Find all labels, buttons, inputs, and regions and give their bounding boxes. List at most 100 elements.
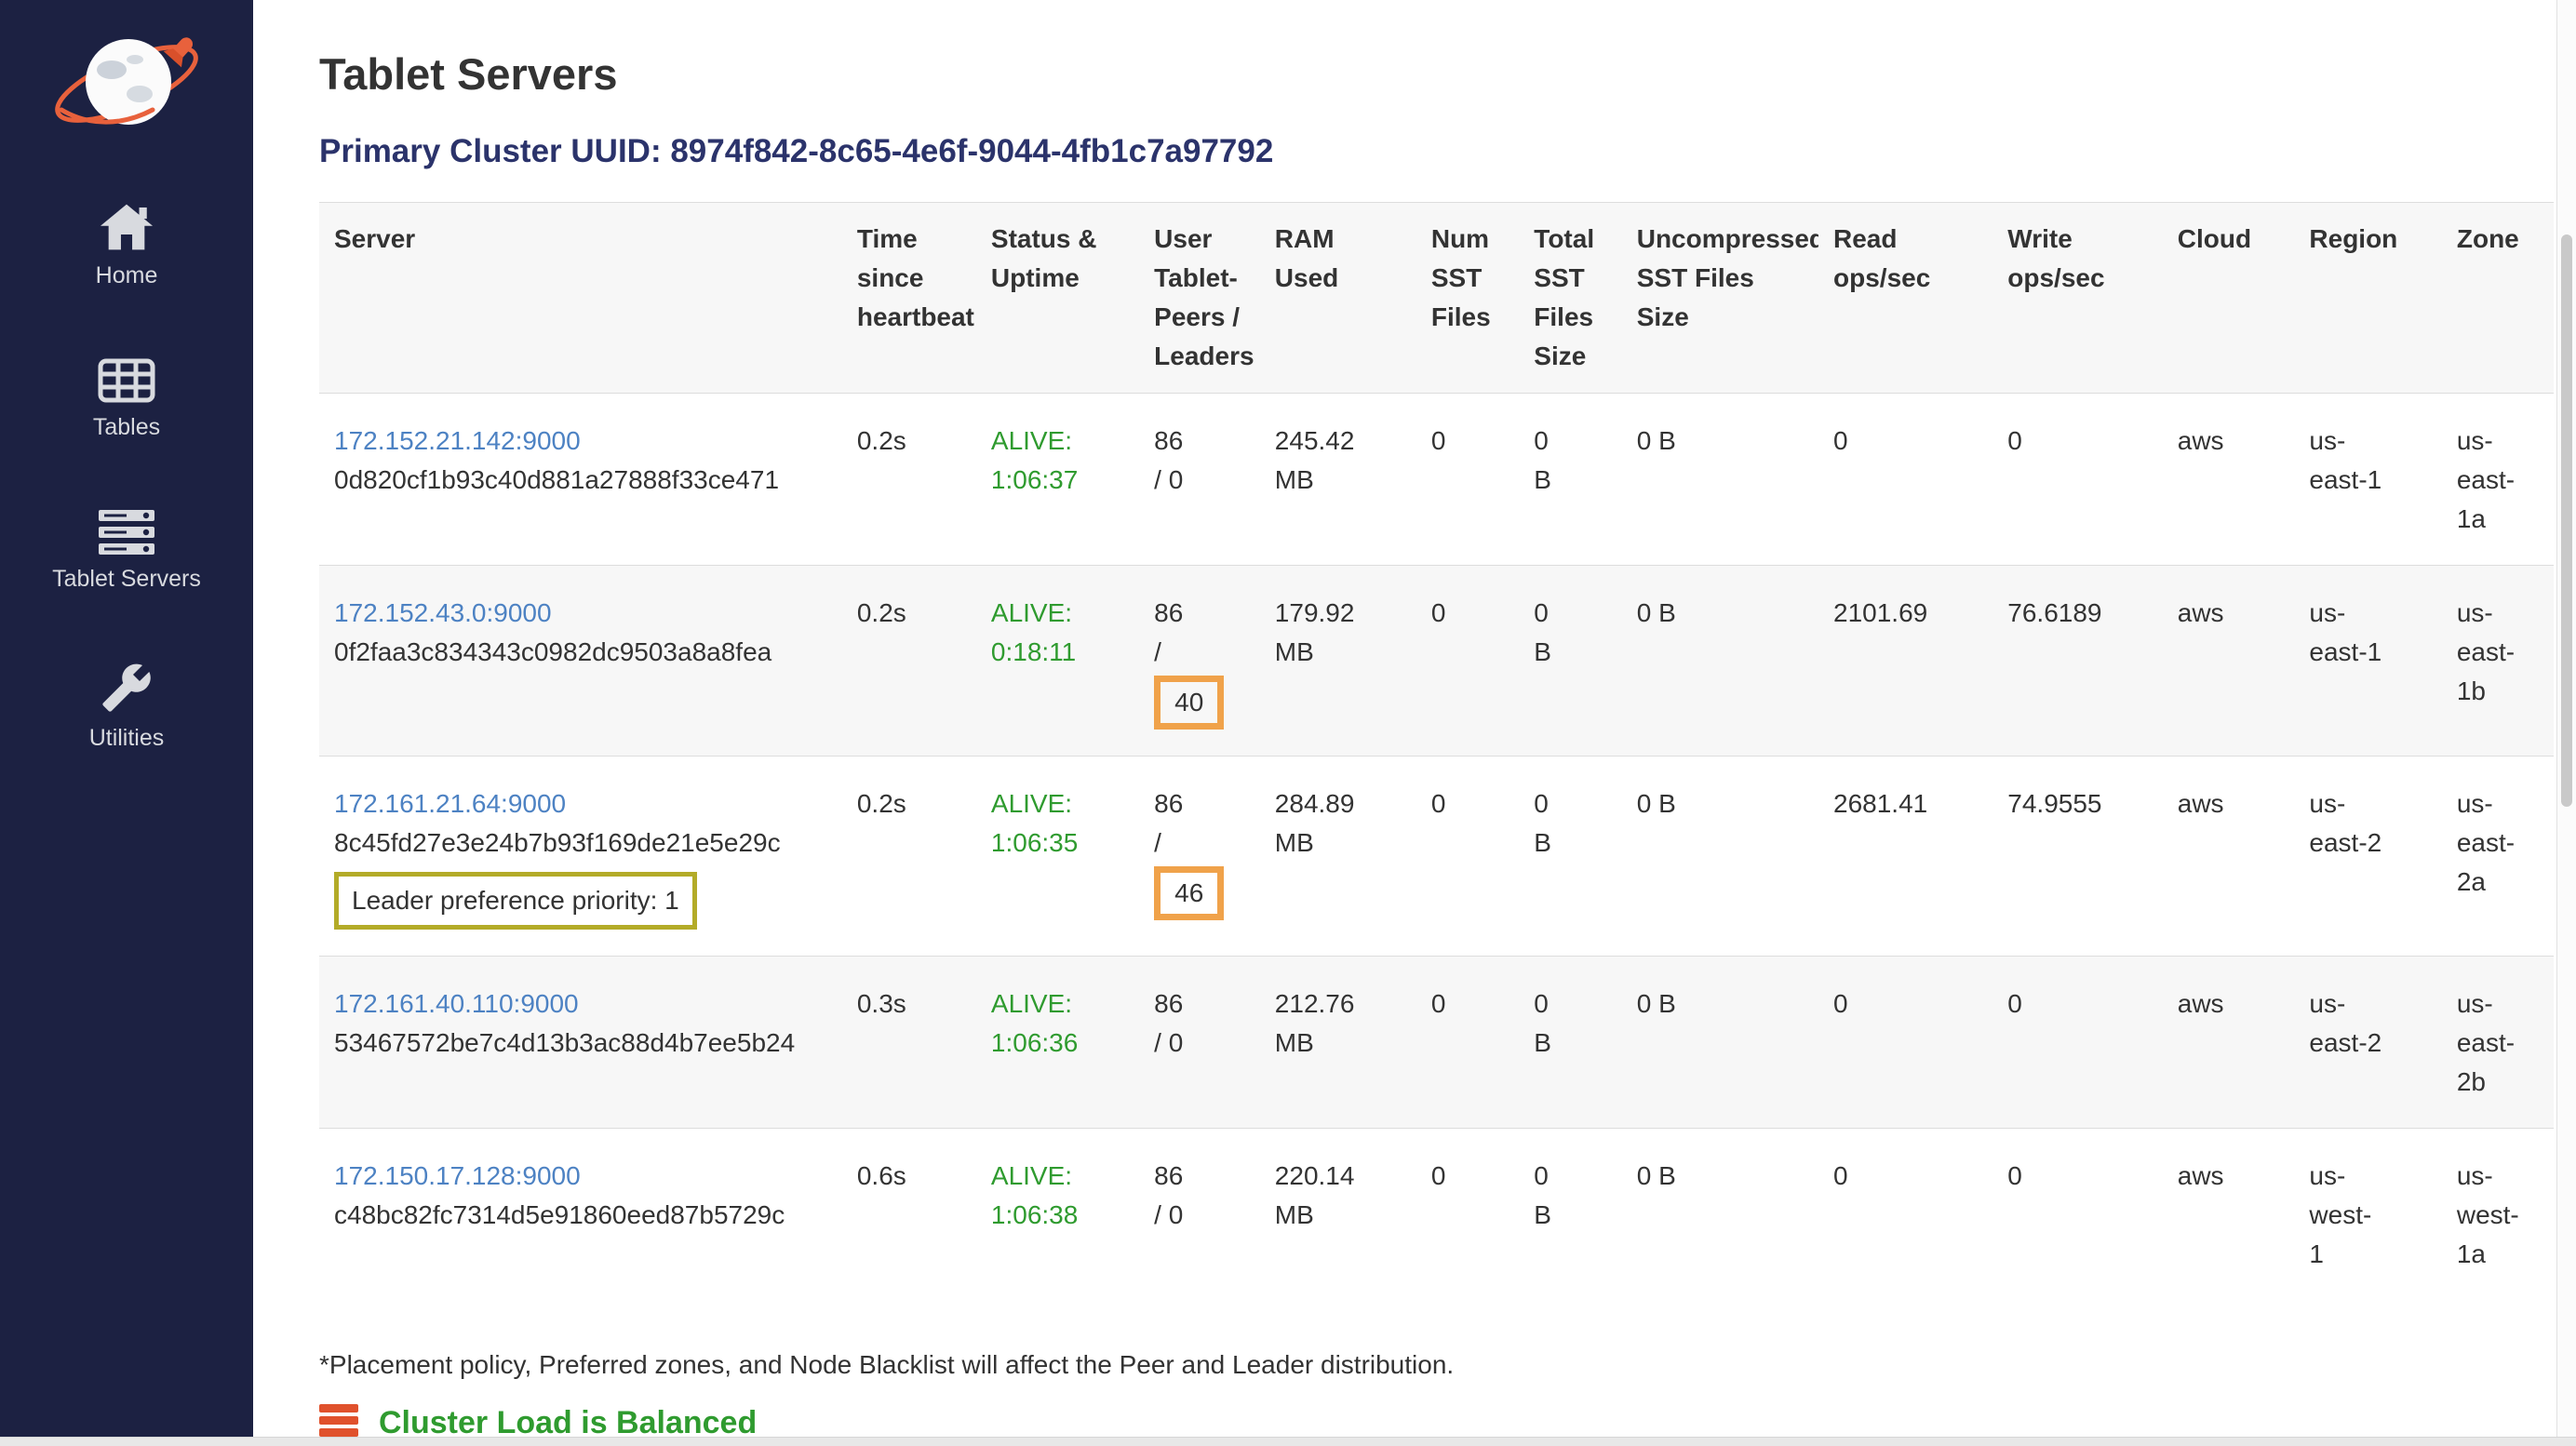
server-link[interactable]: 172.152.21.142:9000 — [334, 422, 581, 461]
status-uptime: 1:06:36 — [991, 1024, 1124, 1063]
cell-ram-used: 220.14 MB — [1260, 1129, 1416, 1301]
cell-region: us-east-2 — [2294, 957, 2441, 1129]
column-header-time-since-heartbeat: Time since heartbeat — [842, 203, 976, 394]
cell-read-ops: 2101.69 — [1818, 566, 1992, 756]
sidebar-item-home[interactable]: Home — [0, 203, 253, 289]
home-icon — [0, 203, 253, 251]
cell-status-uptime: ALIVE:1:06:35 — [976, 756, 1139, 957]
sidebar-item-label: Home — [0, 262, 253, 289]
status-alive: ALIVE: — [991, 594, 1124, 633]
peers-count: 86 — [1154, 422, 1245, 461]
cell-status-uptime: ALIVE:1:06:38 — [976, 1129, 1139, 1301]
leaders-slash: / — [1154, 633, 1245, 672]
app-window: Home Tables — [0, 0, 2576, 1446]
scrollbar-thumb[interactable] — [2561, 234, 2572, 807]
table-row: 172.161.40.110:900053467572be7c4d13b3ac8… — [319, 957, 2554, 1129]
tablet-servers-table: ServerTime since heartbeatStatus & Uptim… — [319, 202, 2554, 1300]
cell-ram-used: 212.76 MB — [1260, 957, 1416, 1129]
cell-write-ops: 0 — [1992, 1129, 2162, 1301]
placement-policy-footnote: *Placement policy, Preferred zones, and … — [319, 1350, 2576, 1380]
sidebar-item-utilities[interactable]: Utilities — [0, 662, 253, 752]
server-uuid: 0f2faa3c834343c0982dc9503a8a8fea — [334, 633, 827, 672]
server-link[interactable]: 172.150.17.128:9000 — [334, 1157, 581, 1196]
cell-tablet-peers-leaders: 86/40 — [1139, 566, 1260, 756]
cell-time-since-heartbeat: 0.2s — [842, 566, 976, 756]
cell-num-sst-files: 0 — [1416, 756, 1519, 957]
status-uptime: 1:06:38 — [991, 1196, 1124, 1235]
cell-uncompressed-sst-files-size: 0 B — [1622, 756, 1818, 957]
cell-cloud: aws — [2163, 566, 2295, 756]
cell-server: 172.152.43.0:90000f2faa3c834343c0982dc95… — [319, 566, 842, 756]
cell-status-uptime: ALIVE:1:06:36 — [976, 957, 1139, 1129]
cell-num-sst-files: 0 — [1416, 394, 1519, 566]
cell-tablet-peers-leaders: 86/46 — [1139, 756, 1260, 957]
cell-ram-used: 245.42 MB — [1260, 394, 1416, 566]
cell-uncompressed-sst-files-size: 0 B — [1622, 394, 1818, 566]
sidebar-item-tables[interactable]: Tables — [0, 358, 253, 441]
cell-tablet-peers-leaders: 86/ 0 — [1139, 394, 1260, 566]
column-header-server: Server — [319, 203, 842, 394]
cell-zone: us-east-1b — [2442, 566, 2554, 756]
peers-count: 86 — [1154, 594, 1245, 633]
cell-tablet-peers-leaders: 86/ 0 — [1139, 1129, 1260, 1301]
table-row: 172.161.21.64:90008c45fd27e3e24b7b93f169… — [319, 756, 2554, 957]
cell-time-since-heartbeat: 0.3s — [842, 957, 976, 1129]
status-uptime: 1:06:37 — [991, 461, 1124, 500]
column-header-zone: Zone — [2442, 203, 2554, 394]
cell-zone: us-east-1a — [2442, 394, 2554, 566]
column-header-read-ops-sec: Read ops/sec — [1818, 203, 1992, 394]
column-header-num-sst-files: Num SST Files — [1416, 203, 1519, 394]
cell-region: us-west-1 — [2294, 1129, 2441, 1301]
server-link[interactable]: 172.161.21.64:9000 — [334, 784, 566, 823]
server-uuid: 53467572be7c4d13b3ac88d4b7ee5b24 — [334, 1024, 827, 1063]
cell-cloud: aws — [2163, 1129, 2295, 1301]
status-alive: ALIVE: — [991, 984, 1124, 1024]
cell-status-uptime: ALIVE:1:06:37 — [976, 394, 1139, 566]
cell-ram-used: 179.92 MB — [1260, 566, 1416, 756]
server-link[interactable]: 172.161.40.110:9000 — [334, 984, 579, 1024]
cell-uncompressed-sst-files-size: 0 B — [1622, 957, 1818, 1129]
leaders-slash: / 0 — [1154, 1196, 1245, 1235]
cell-num-sst-files: 0 — [1416, 957, 1519, 1129]
cell-total-sst-files-size: 0 B — [1519, 1129, 1621, 1301]
table-row: 172.150.17.128:9000c48bc82fc7314d5e91860… — [319, 1129, 2554, 1301]
peers-count: 86 — [1154, 1157, 1245, 1196]
sidebar-item-label: Utilities — [0, 725, 253, 752]
column-header-write-ops-sec: Write ops/sec — [1992, 203, 2162, 394]
tables-icon — [0, 358, 253, 403]
table-head: ServerTime since heartbeatStatus & Uptim… — [319, 203, 2554, 394]
cell-uncompressed-sst-files-size: 0 B — [1622, 1129, 1818, 1301]
cell-cloud: aws — [2163, 957, 2295, 1129]
server-link[interactable]: 172.152.43.0:9000 — [334, 594, 552, 633]
cell-server: 172.152.21.142:90000d820cf1b93c40d881a27… — [319, 394, 842, 566]
status-alive: ALIVE: — [991, 422, 1124, 461]
window-bottom-edge — [0, 1437, 2576, 1446]
cell-zone: us-east-2a — [2442, 756, 2554, 957]
leaders-slash: / — [1154, 823, 1245, 863]
server-uuid: 0d820cf1b93c40d881a27888f33ce471 — [334, 461, 827, 500]
cell-server: 172.161.40.110:900053467572be7c4d13b3ac8… — [319, 957, 842, 1129]
sidebar-item-tablet-servers[interactable]: Tablet Servers — [0, 510, 253, 593]
leaders-slash: / 0 — [1154, 461, 1245, 500]
primary-cluster-uuid-heading: Primary Cluster UUID: 8974f842-8c65-4e6f… — [319, 133, 2576, 170]
status-alive: ALIVE: — [991, 784, 1124, 823]
column-header-cloud: Cloud — [2163, 203, 2295, 394]
column-header-status-uptime: Status & Uptime — [976, 203, 1139, 394]
status-uptime: 1:06:35 — [991, 823, 1124, 863]
cell-region: us-east-2 — [2294, 756, 2441, 957]
cell-write-ops: 0 — [1992, 394, 2162, 566]
server-uuid: 8c45fd27e3e24b7b93f169de21e5e29c — [334, 823, 827, 863]
sidebar-item-label: Tables — [0, 414, 253, 441]
column-header-ram-used: RAM Used — [1260, 203, 1416, 394]
planet-rocket-logo-icon — [43, 129, 210, 145]
column-header-total-sst-files-size: Total SST Files Size — [1519, 203, 1621, 394]
cell-server: 172.161.21.64:90008c45fd27e3e24b7b93f169… — [319, 756, 842, 957]
table-row: 172.152.21.142:90000d820cf1b93c40d881a27… — [319, 394, 2554, 566]
table-body: 172.152.21.142:90000d820cf1b93c40d881a27… — [319, 394, 2554, 1301]
peers-count: 86 — [1154, 984, 1245, 1024]
yugabyte-logo[interactable] — [43, 28, 210, 141]
cell-time-since-heartbeat: 0.6s — [842, 1129, 976, 1301]
cell-read-ops: 0 — [1818, 1129, 1992, 1301]
sidebar-item-label: Tablet Servers — [0, 566, 253, 593]
cell-write-ops: 76.6189 — [1992, 566, 2162, 756]
